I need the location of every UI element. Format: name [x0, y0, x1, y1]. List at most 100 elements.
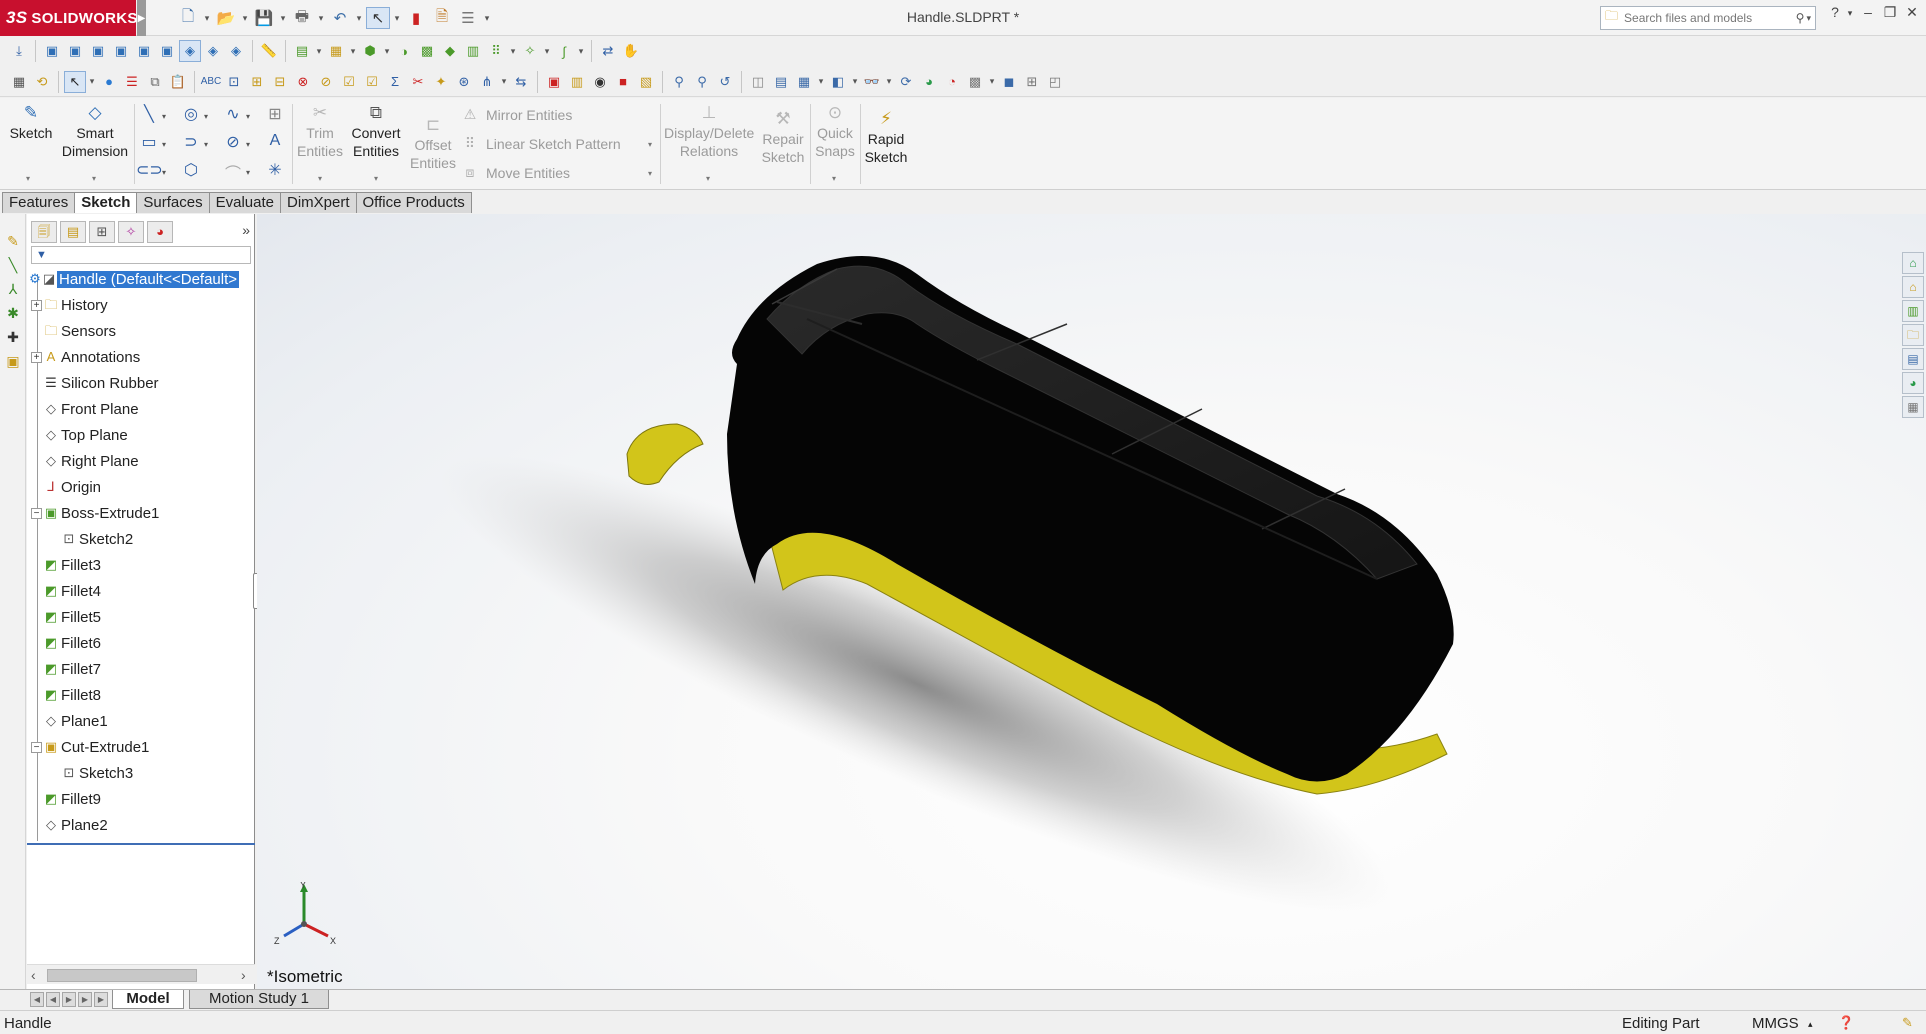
tree-item-fillet8[interactable]: ◩ Fillet8 [27, 682, 255, 708]
measure-icon[interactable]: 📏 [258, 40, 280, 62]
search-input[interactable]: Search files and models [1624, 11, 1796, 25]
previous-view-icon[interactable]: ↺ [714, 71, 736, 93]
rollback-bar[interactable] [27, 843, 255, 845]
ellipse-icon[interactable]: ⊘ [220, 132, 246, 152]
hide-show-items-icon[interactable]: 👓 [861, 71, 883, 93]
display-style-icon[interactable]: ◧ [827, 71, 849, 93]
tool-icon[interactable]: ✂ [407, 71, 429, 93]
arc-icon[interactable]: ⊃ [178, 132, 204, 152]
rebuild-status-icon[interactable]: ✎ [1902, 1015, 1913, 1031]
tool-icon[interactable]: ✦ [430, 71, 452, 93]
section-view-icon[interactable]: ◫ [747, 71, 769, 93]
file-explorer-icon[interactable]: 🗀 [1902, 324, 1924, 346]
select-arrow-icon[interactable]: ↖ [366, 7, 390, 29]
spell-check-icon[interactable]: ABC [200, 71, 222, 93]
dimxpert-manager-tab-icon[interactable]: ✧ [118, 221, 144, 243]
minimize-icon[interactable]: – [1858, 4, 1878, 20]
spline-dropdown-icon[interactable]: ▾ [246, 112, 250, 121]
help-dropdown-icon[interactable]: ▾ [1840, 8, 1860, 19]
check-sketch-icon[interactable]: ⊡ [223, 71, 245, 93]
horizontal-scrollbar[interactable]: ‹ › [27, 964, 255, 984]
file-properties-icon[interactable]: 🗎 [430, 7, 454, 29]
smart-dimension-button[interactable]: ◇ Smart Dimension [58, 104, 132, 160]
tree-item-fillet7[interactable]: ◩ Fillet7 [27, 656, 255, 682]
options-dropdown-icon[interactable]: ▾ [482, 7, 492, 29]
collapse-icon[interactable]: − [31, 507, 42, 519]
tool-icon[interactable]: ⊘ [315, 71, 337, 93]
first-tab-icon[interactable]: ◀ [30, 992, 44, 1007]
arc-dropdown-icon[interactable]: ▾ [204, 140, 208, 149]
model-canvas[interactable] [257, 214, 1926, 989]
sketch-chamfer-icon[interactable]: ⌒ [220, 160, 246, 184]
tree-item-boss-extrude1[interactable]: − ▣ Boss-Extrude1 [27, 500, 255, 526]
3d-sketch-icon[interactable]: ⟲ [31, 71, 53, 93]
tree-root[interactable]: ⚙ ◪ Handle (Default<<Default> [27, 266, 255, 292]
tree-item-plane1[interactable]: ◇ Plane1 [27, 708, 255, 734]
dropdown-icon[interactable]: ▾ [884, 71, 894, 93]
rebuild-traffic-light-icon[interactable]: ▮ [404, 7, 428, 29]
check-icon[interactable]: ☑ [361, 71, 383, 93]
tree-item-fillet6[interactable]: ◩ Fillet6 [27, 630, 255, 656]
tool-icon[interactable]: ◉ [589, 71, 611, 93]
dynamic-annotation-icon[interactable]: ▤ [1028, 214, 1046, 216]
circle-dropdown-icon[interactable]: ▾ [204, 112, 208, 121]
dropdown-icon[interactable]: ▾ [348, 40, 358, 62]
dropdown-icon[interactable]: ▾ [382, 40, 392, 62]
sketch-pencil-icon[interactable]: ✎ [4, 232, 22, 250]
zoom-to-fit-icon[interactable]: ⚲ [940, 214, 958, 216]
rectangle-icon[interactable]: ▭ [136, 132, 162, 152]
sum-icon[interactable]: Σ [384, 71, 406, 93]
trim-entities-button[interactable]: ✂ Trim Entities [294, 104, 346, 160]
tool-icon[interactable]: ▥ [566, 71, 588, 93]
tool-icon[interactable]: ⊞ [246, 71, 268, 93]
linear-pattern-dropdown-icon[interactable]: ▾ [648, 140, 652, 149]
tree-item-fillet4[interactable]: ◩ Fillet4 [27, 578, 255, 604]
tab-dimxpert[interactable]: DimXpert [279, 192, 357, 213]
isometric-view-icon[interactable]: ◈ [179, 40, 201, 62]
reference-geometry-icon[interactable]: ✧ [519, 40, 541, 62]
solidworks-logo[interactable]: 3S SOLIDWORKS [0, 0, 137, 36]
line-icon[interactable]: ╲ [4, 256, 22, 274]
convert-dropdown-icon[interactable]: ▾ [374, 174, 378, 183]
front-view-icon[interactable]: ▣ [41, 40, 63, 62]
pattern-icon[interactable]: ⠿ [485, 40, 507, 62]
check-icon[interactable]: ☑ [338, 71, 360, 93]
list-icon[interactable]: ☰ [121, 71, 143, 93]
rapid-sketch-button[interactable]: ⚡ Rapid Sketch [862, 110, 910, 166]
text-icon[interactable]: A [262, 132, 288, 150]
options-icon[interactable]: ☰ [456, 7, 480, 29]
tool-icon[interactable]: ▣ [543, 71, 565, 93]
search-icon[interactable]: ⚲ [1796, 11, 1805, 25]
menu-expand-arrow-icon[interactable]: ▶ [137, 0, 146, 36]
line-icon[interactable]: ╲ [136, 104, 162, 124]
tree-item-fillet5[interactable]: ◩ Fillet5 [27, 604, 255, 630]
expand-panel-icon[interactable]: » [242, 222, 250, 238]
tree-item-sketch2[interactable]: ⊡ Sketch2 [27, 526, 255, 552]
tool-icon[interactable]: ◰ [1044, 71, 1066, 93]
sketch-fillet-icon[interactable]: ⊞ [262, 104, 288, 124]
axis-icon[interactable]: ⅄ [4, 280, 22, 298]
extrude-icon[interactable]: ⬢ [359, 40, 381, 62]
trim-dropdown-icon[interactable]: ▾ [318, 174, 322, 183]
tree-item-material[interactable]: ☰ Silicon Rubber [27, 370, 255, 396]
trimetric-view-icon[interactable]: ◈ [202, 40, 224, 62]
smart-dimension-dropdown-icon[interactable]: ▾ [92, 174, 96, 183]
dropdown-icon[interactable]: ▾ [314, 40, 324, 62]
tab-list-icon[interactable]: ▶ [94, 992, 108, 1007]
tool-icon[interactable]: ⊛ [453, 71, 475, 93]
save-dropdown-icon[interactable]: ▾ [278, 7, 288, 29]
right-view-icon[interactable]: ▣ [110, 40, 132, 62]
tool-icon[interactable]: ⊟ [269, 71, 291, 93]
expand-icon[interactable]: + [31, 299, 42, 311]
tool-icon[interactable]: ⊞ [1021, 71, 1043, 93]
configuration-manager-tab-icon[interactable]: ⊞ [89, 221, 115, 243]
apply-scene-icon[interactable]: ◔ [941, 71, 963, 93]
chamfer-dropdown-icon[interactable]: ▾ [246, 168, 250, 177]
unit-dropdown-icon[interactable]: ▴ [1808, 1019, 1813, 1030]
feature-filter-input[interactable]: ▼ [31, 246, 251, 264]
select-dropdown-icon[interactable]: ▾ [392, 7, 402, 29]
zoom-to-area-icon[interactable]: ⚲ [962, 214, 980, 216]
property-manager-tab-icon[interactable]: ▤ [60, 221, 86, 243]
ellipse-dropdown-icon[interactable]: ▾ [246, 140, 250, 149]
sketch-dropdown-icon[interactable]: ▾ [26, 174, 30, 183]
